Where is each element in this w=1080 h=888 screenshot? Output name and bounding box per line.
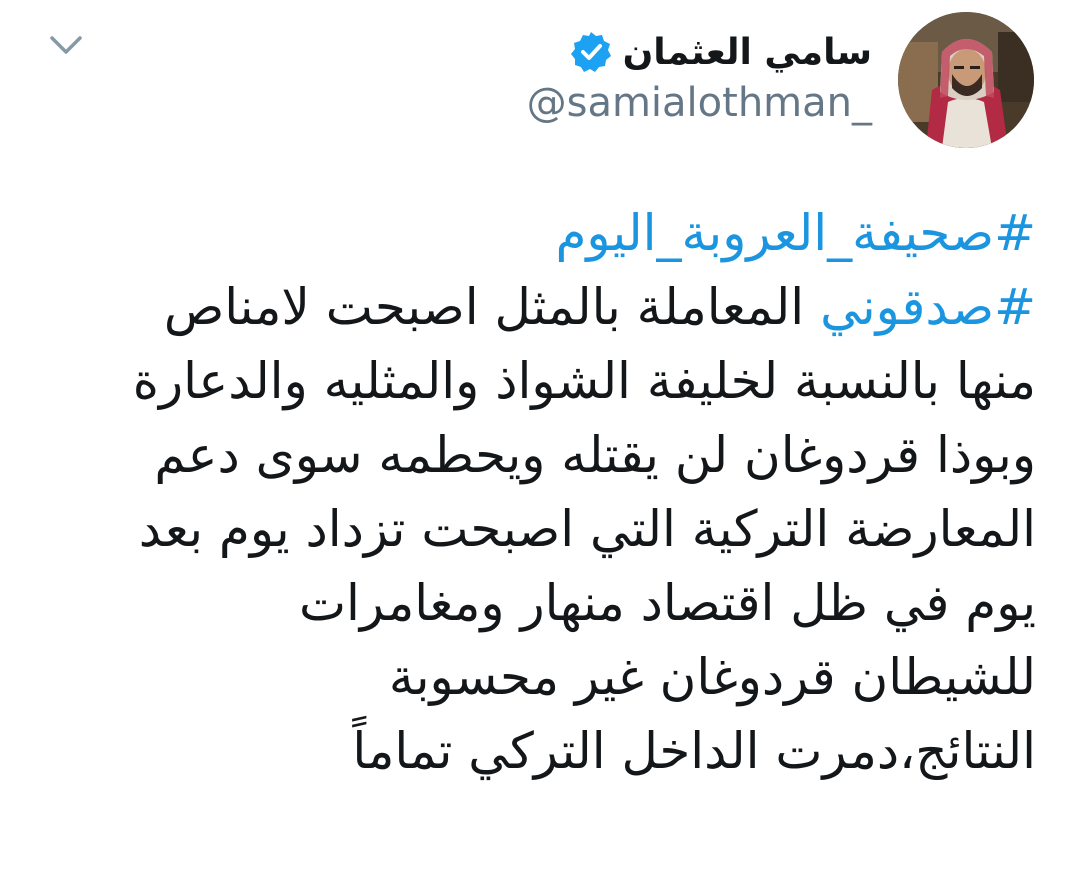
tweet-line: للشيطان قردوغان غير محسوبة xyxy=(388,648,1036,706)
tweet-line: المعارضة التركية التي اصبحت تزداد يوم بع… xyxy=(138,500,1036,558)
author-name-row[interactable]: سامي العثمان xyxy=(569,24,872,80)
hashtag-link[interactable]: #صدقوني xyxy=(820,278,1036,336)
tweet-line: منها بالنسبة لخليفة الشواذ والمثليه والد… xyxy=(132,352,1036,410)
hashtag-link[interactable]: #صحيفة_العروبة_اليوم xyxy=(555,204,1036,262)
author-display-name[interactable]: سامي العثمان xyxy=(623,32,872,73)
tweet-line: النتائج،دمرت الداخل التركي تماماً xyxy=(352,722,1036,780)
tweet-line: #صدقوني المعاملة بالمثل اصبحت لامناص xyxy=(36,270,1036,344)
tweet-text: #صحيفة_العروبة_اليوم #صدقوني المعاملة با… xyxy=(36,196,1036,788)
tweet-line-text: المعاملة بالمثل اصبحت لامناص xyxy=(163,278,821,336)
chevron-down-icon[interactable] xyxy=(44,28,88,62)
avatar[interactable] xyxy=(898,12,1034,148)
tweet-card: سامي العثمان @samialothman_ #صحيفة_العرو… xyxy=(0,0,1080,888)
author-handle[interactable]: @samialothman_ xyxy=(527,80,872,126)
verified-badge-icon xyxy=(570,32,611,72)
tweet-line: يوم في ظل اقتصاد منهار ومغامرات xyxy=(298,574,1036,632)
tweet-line: وبوذا قردوغان لن يقتله ويحطمه سوى دعم xyxy=(154,426,1036,484)
tweet-line: #صحيفة_العروبة_اليوم xyxy=(36,196,1036,270)
